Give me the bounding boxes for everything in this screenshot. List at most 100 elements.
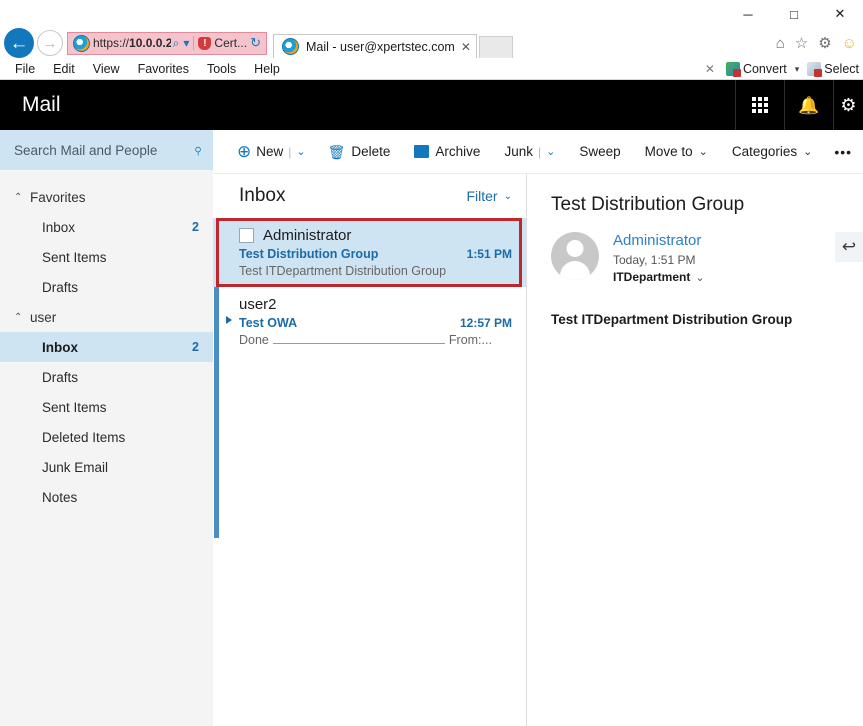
folder-group-favorites[interactable]: ⌃ Favorites: [0, 182, 213, 212]
browser-tab[interactable]: Mail - user@xpertstec.com ✕: [273, 34, 477, 58]
select-button[interactable]: Select: [807, 62, 859, 77]
message-time: 1:51 PM: [466, 247, 512, 261]
menu-view[interactable]: View: [84, 62, 129, 76]
sidebar-item-drafts[interactable]: Drafts: [0, 362, 213, 392]
browser-titlebar: ─ □ ✕: [0, 0, 863, 28]
trash-icon: 🗑: [327, 143, 346, 160]
folder-group-user[interactable]: ⌃ user: [0, 302, 213, 332]
move-to-label: Move to: [644, 144, 693, 159]
owa-main: Search Mail and People ⌕ ⌃ Favorites Inb…: [0, 130, 863, 726]
reading-pane-sender[interactable]: Administrator: [613, 232, 705, 250]
app-launcher-button[interactable]: [735, 80, 784, 130]
owa-content: ⊕ New | ⌄ 🗑 Delete Archive Junk | ⌄ Swee…: [213, 130, 863, 726]
menu-edit[interactable]: Edit: [44, 62, 84, 76]
reading-pane-recipients[interactable]: ITDepartment ⌄: [613, 270, 705, 284]
chevron-up-icon: ⌃: [14, 311, 23, 323]
message-time: 12:57 PM: [459, 316, 512, 330]
settings-button[interactable]: ⚙: [833, 80, 863, 130]
refresh-icon[interactable]: ↻: [247, 35, 264, 51]
folder-group-label: user: [30, 309, 57, 325]
favorites-star-icon[interactable]: ☆: [795, 34, 808, 52]
address-bar-url: https://10.0.0.24/: [93, 36, 171, 50]
overflow-menu-button[interactable]: •••: [824, 144, 862, 160]
archive-button[interactable]: Archive: [402, 144, 492, 159]
sidebar: Search Mail and People ⌕ ⌃ Favorites Inb…: [0, 130, 213, 726]
reply-icon[interactable]: ↩: [835, 232, 863, 262]
message-checkbox[interactable]: [239, 228, 254, 243]
categories-button[interactable]: Categories ⌄: [720, 144, 825, 159]
junk-button[interactable]: Junk | ⌄: [492, 144, 567, 159]
convert-label: Convert: [742, 62, 787, 76]
back-arrow-icon[interactable]: ←: [4, 28, 34, 58]
reading-pane: Test Distribution Group Administrator To…: [527, 174, 863, 726]
preview-underline: [272, 343, 445, 344]
folder-label: Sent Items: [42, 249, 107, 265]
new-button[interactable]: ⊕ New | ⌄: [237, 143, 316, 160]
browser-addon-toolbar: ✕ Convert ▾ Select: [699, 58, 859, 80]
message-sender: user2: [239, 296, 277, 313]
delete-button[interactable]: 🗑 Delete: [316, 144, 403, 159]
menu-favorites[interactable]: Favorites: [129, 62, 198, 76]
address-bar[interactable]: https://10.0.0.24/ ⌕ ▾ ! Cert... ↻: [67, 31, 267, 55]
reading-pane-timestamp: Today, 1:51 PM: [613, 253, 696, 267]
url-scheme: https://: [93, 36, 130, 50]
folder-label: Junk Email: [42, 459, 109, 475]
archive-box-icon: [414, 145, 430, 158]
sweep-button[interactable]: Sweep: [567, 144, 632, 159]
folder-label: Sent Items: [42, 399, 107, 415]
forward-arrow-icon[interactable]: →: [37, 30, 63, 56]
folder-label: Inbox: [42, 339, 78, 355]
message-preview-text: Done: [239, 333, 269, 347]
menu-help[interactable]: Help: [245, 62, 289, 76]
search-icon[interactable]: ⌕: [171, 36, 182, 51]
sidebar-item-junk-email[interactable]: Junk Email: [0, 452, 213, 482]
command-bar: ⊕ New | ⌄ 🗑 Delete Archive Junk | ⌄ Swee…: [213, 130, 863, 174]
waffle-icon: [752, 97, 768, 113]
browser-tabstrip: Mail - user@xpertstec.com ✕: [273, 28, 513, 58]
addon-bar-close-icon[interactable]: ✕: [699, 62, 721, 76]
tools-gear-icon[interactable]: ⚙: [818, 34, 831, 52]
smiley-feedback-icon[interactable]: ☺: [842, 35, 857, 52]
message-list-item-administrator[interactable]: Administrator Test Distribution Group 1:…: [213, 218, 526, 287]
search-box[interactable]: Search Mail and People ⌕: [0, 130, 213, 170]
notifications-button[interactable]: 🔔: [784, 80, 833, 130]
chevron-down-icon: ⌄: [803, 146, 813, 158]
new-tab-button[interactable]: [478, 36, 513, 58]
message-list-item-user2[interactable]: user2 Test OWA 12:57 PM Done From:...: [213, 287, 526, 356]
folder-unread-count: 2: [192, 340, 199, 354]
sidebar-item-notes[interactable]: Notes: [0, 482, 213, 512]
chevron-down-icon[interactable]: ⌄: [296, 145, 305, 158]
select-icon: [807, 62, 823, 77]
search-input[interactable]: Search Mail and People: [14, 143, 194, 158]
convert-chevron-down-icon[interactable]: ▾: [792, 64, 803, 75]
conversation-expand-icon[interactable]: [226, 316, 232, 324]
convert-button[interactable]: Convert: [725, 62, 787, 77]
sidebar-item-favorites-sent-items[interactable]: Sent Items: [0, 242, 213, 272]
certificate-error-label: Cert...: [214, 36, 248, 50]
window-maximize-button[interactable]: □: [771, 0, 817, 28]
sidebar-item-favorites-inbox[interactable]: Inbox 2: [0, 212, 213, 242]
chevron-down-icon[interactable]: ⌄: [546, 145, 555, 158]
menu-tools[interactable]: Tools: [198, 62, 245, 76]
move-to-button[interactable]: Move to ⌄: [633, 144, 720, 159]
folder-label: Inbox: [42, 219, 76, 235]
sidebar-item-deleted-items[interactable]: Deleted Items: [0, 422, 213, 452]
folder-unread-count: 2: [192, 220, 199, 234]
home-icon[interactable]: ⌂: [776, 35, 785, 52]
chevron-down-icon[interactable]: ▾: [181, 36, 191, 50]
certificate-error-badge[interactable]: ! Cert...: [193, 36, 247, 50]
folder-label: Drafts: [42, 369, 79, 385]
tab-close-icon[interactable]: ✕: [461, 40, 471, 54]
filter-button[interactable]: Filter ⌄: [466, 188, 512, 204]
sidebar-item-inbox[interactable]: Inbox 2: [0, 332, 213, 362]
window-close-button[interactable]: ✕: [817, 0, 863, 28]
message-preview: Test ITDepartment Distribution Group: [239, 264, 512, 278]
owa-header: Mail 🔔 ⚙: [0, 80, 863, 130]
message-subject: Test OWA: [239, 316, 298, 330]
browser-tab-title: Mail - user@xpertstec.com: [306, 39, 455, 54]
junk-divider: |: [537, 144, 542, 159]
sidebar-item-sent-items[interactable]: Sent Items: [0, 392, 213, 422]
menu-file[interactable]: File: [6, 62, 44, 76]
window-minimize-button[interactable]: ─: [725, 0, 771, 28]
sidebar-item-favorites-drafts[interactable]: Drafts: [0, 272, 213, 302]
